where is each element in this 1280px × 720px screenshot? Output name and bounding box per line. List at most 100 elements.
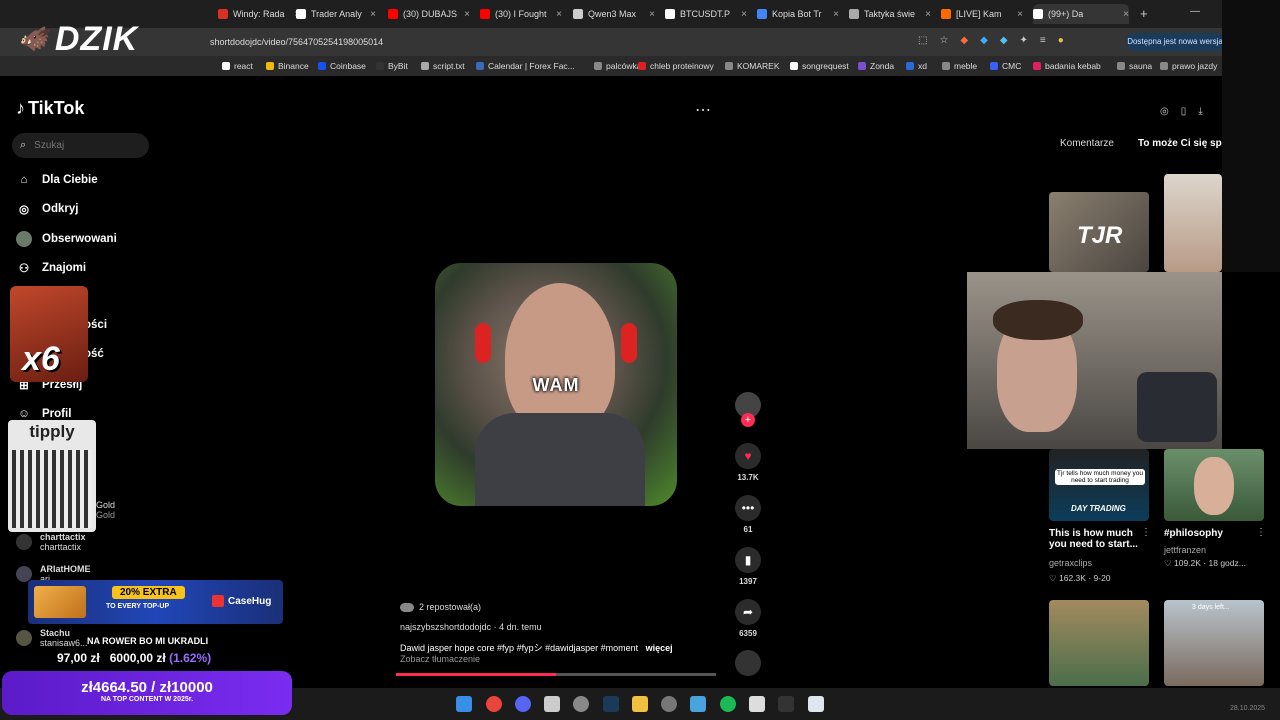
recommended-thumbnail[interactable]: TJR [1049, 192, 1149, 272]
extension-icon[interactable]: ◆ [980, 35, 988, 46]
minimize-icon[interactable]: — [1190, 6, 1200, 17]
windows-start-icon[interactable] [456, 696, 472, 712]
account-stachu[interactable]: Stachu stanisaw6... [16, 628, 88, 648]
close-icon[interactable]: × [925, 9, 931, 20]
save-button[interactable]: ▮ 1397 [733, 547, 763, 586]
video-player[interactable]: WAM [435, 263, 677, 506]
bookmark[interactable]: ByBit [376, 61, 408, 71]
bookmark[interactable]: songrequest [790, 61, 849, 71]
url-field[interactable]: shortdodojdc/video/7564705254198005014 [210, 37, 383, 47]
notepad-icon[interactable] [749, 696, 765, 712]
bookmark[interactable]: xd [906, 61, 927, 71]
browser-tab[interactable]: Taktyka świe × [849, 4, 931, 24]
browser-tab[interactable]: Trader Analy × [296, 4, 376, 24]
close-icon[interactable]: × [1123, 9, 1129, 20]
close-icon[interactable]: × [556, 9, 562, 20]
star-icon[interactable]: ☆ [939, 35, 948, 46]
tiktok-logo[interactable]: ♪ TikTok [16, 98, 84, 119]
bookmark[interactable]: KOMAREK [725, 61, 780, 71]
browser-tab[interactable]: (99+) Da × [1033, 4, 1129, 24]
card-title[interactable]: #philosophy [1164, 528, 1223, 539]
recommended-thumbnail[interactable]: Tjr tells how much money you need to sta… [1049, 449, 1149, 521]
bookmark[interactable]: Binance [266, 61, 309, 71]
like-button[interactable]: ♥ 13.7K [733, 443, 763, 482]
spotify-icon[interactable] [720, 696, 736, 712]
nav-friends[interactable]: ⚇ Znajomi [16, 260, 86, 276]
browser-tab[interactable]: Qwen3 Max × [573, 4, 655, 24]
comment-button[interactable]: ••• 61 [733, 495, 763, 534]
app-icon[interactable] [661, 696, 677, 712]
terminal-icon[interactable] [778, 696, 794, 712]
close-icon[interactable]: × [370, 9, 376, 20]
search-box[interactable]: ⌕ [12, 133, 149, 158]
card-more-icon[interactable]: ⋮ [1256, 527, 1266, 538]
close-icon[interactable]: × [649, 9, 655, 20]
extension-icon[interactable]: ◆ [960, 35, 968, 46]
compass-icon[interactable]: ◎ [1160, 106, 1169, 117]
translate-link[interactable]: Zobacz tłumaczenie [400, 654, 480, 664]
nav-for-you[interactable]: ⌂ Dla Ciebie [16, 172, 98, 188]
browser-tab[interactable]: Kopia Bot Tr × [757, 4, 839, 24]
account-gold[interactable]: Gold Gold [96, 500, 115, 520]
video-author-line[interactable]: najszybszshortdodojdc · 4 dn. temu [400, 622, 542, 632]
bookmark[interactable]: meble [942, 61, 977, 71]
bookmark[interactable]: palcówka [594, 61, 641, 71]
more-link[interactable]: więcej [646, 643, 673, 653]
card-author[interactable]: getraxclips [1049, 558, 1092, 568]
phone-icon[interactable]: ▯ [1181, 106, 1187, 117]
recommended-thumbnail[interactable] [1049, 600, 1149, 686]
follow-plus-icon[interactable]: + [741, 413, 755, 427]
folder-icon[interactable] [632, 696, 648, 712]
close-icon[interactable]: × [1017, 9, 1023, 20]
close-icon[interactable]: × [741, 9, 747, 20]
app-icon[interactable] [544, 696, 560, 712]
obs-icon[interactable] [573, 696, 589, 712]
chrome-icon[interactable] [486, 696, 502, 712]
bookmark[interactable]: sauna [1117, 61, 1152, 71]
steam-icon[interactable] [603, 696, 619, 712]
card-more-icon[interactable]: ⋮ [1141, 527, 1151, 538]
puzzle-icon[interactable]: ✦ [1020, 35, 1028, 46]
update-button[interactable]: Dostępna jest nowa wersja [1126, 33, 1224, 51]
bookmark[interactable]: script.txt [421, 61, 465, 71]
close-icon[interactable]: × [464, 9, 470, 20]
menu-icon[interactable]: ≡ [1040, 35, 1046, 46]
bookmark[interactable]: Calendar | Forex Fac... [476, 61, 575, 71]
recommended-thumbnail[interactable]: 3 days left... [1164, 600, 1264, 686]
download-icon[interactable]: ⤓ [1198, 106, 1202, 117]
discord-icon[interactable] [515, 696, 531, 712]
author-name[interactable]: najszybszshortdodojdc [400, 622, 491, 632]
recommended-thumbnail[interactable] [1164, 174, 1222, 272]
bookmark[interactable]: Zonda [858, 61, 894, 71]
browser-tab[interactable]: (30) DUBAJS × [388, 4, 470, 24]
app-icon[interactable] [690, 696, 706, 712]
close-icon[interactable]: × [833, 9, 839, 20]
browser-tab[interactable]: BTCUSDT.P × [665, 4, 747, 24]
avatar[interactable]: ● [1058, 35, 1064, 46]
video-progress-bar[interactable] [396, 673, 716, 676]
browser-tab[interactable]: Windy: Rada× [218, 4, 300, 24]
share-button[interactable]: ➦ 6359 [733, 599, 763, 638]
sound-button[interactable] [733, 650, 763, 676]
bookmark[interactable]: react [222, 61, 253, 71]
card-title[interactable]: This is how much you need to start... [1049, 528, 1149, 550]
extension-icon[interactable]: ◆ [1000, 35, 1008, 46]
bookmark[interactable]: prawo jazdy [1160, 61, 1217, 71]
tab-comments[interactable]: Komentarze [1060, 138, 1114, 149]
bookmark[interactable]: Coinbase [318, 61, 366, 71]
creator-avatar-button[interactable]: + [733, 392, 763, 427]
install-icon[interactable]: ⬚ [918, 35, 927, 46]
more-options-icon[interactable]: ⋯ [695, 100, 711, 120]
browser-tab[interactable]: [LIVE] Kam × [941, 4, 1023, 24]
bookmark[interactable]: badania kebab [1033, 61, 1101, 71]
tab-recommended[interactable]: To może Ci się spodobać [1138, 138, 1222, 149]
browser-tab[interactable]: (30) I Fought × [480, 4, 562, 24]
new-tab-button[interactable]: + [1140, 6, 1148, 21]
recommended-thumbnail[interactable] [1164, 449, 1264, 521]
nav-following[interactable]: Obserwowani [16, 231, 117, 247]
repost-info[interactable]: 2 repostował(a) [400, 602, 481, 612]
search-input[interactable] [32, 139, 137, 152]
nav-explore[interactable]: ◎ Odkryj [16, 201, 78, 217]
app-icon[interactable] [808, 696, 824, 712]
bookmark[interactable]: CMC [990, 61, 1021, 71]
